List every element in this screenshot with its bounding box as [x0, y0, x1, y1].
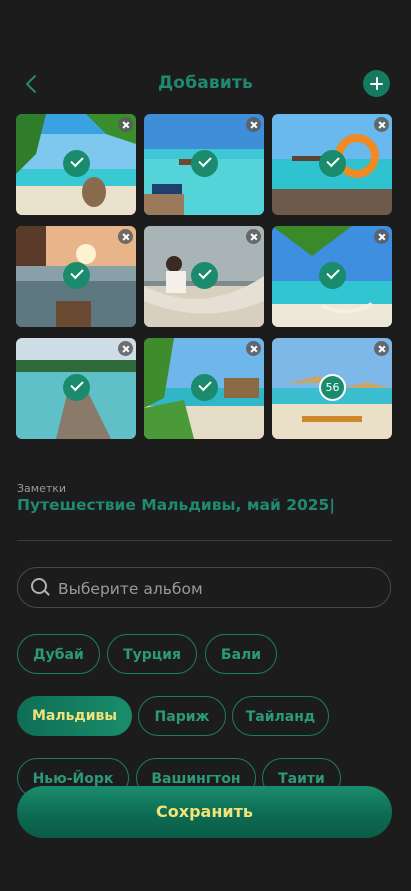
selected-check-icon	[319, 262, 346, 289]
selected-check-icon	[63, 374, 90, 401]
remove-icon[interactable]	[374, 117, 389, 132]
page-title: Добавить	[157, 73, 254, 93]
photo-tile[interactable]	[16, 338, 136, 439]
plus-icon[interactable]	[363, 70, 390, 97]
header: Добавить	[0, 66, 411, 102]
photo-tile[interactable]	[272, 226, 392, 327]
photo-tile[interactable]	[144, 114, 264, 215]
album-chip-dubai[interactable]: Дубай	[17, 634, 100, 674]
remove-icon[interactable]	[118, 341, 133, 356]
save-button[interactable]: Сохранить	[17, 786, 392, 838]
divider	[17, 540, 392, 541]
photo-tile[interactable]	[16, 226, 136, 327]
notes-input[interactable]: Путешествие Мальдивы, май 2025|	[17, 496, 335, 514]
selected-check-icon	[63, 150, 90, 177]
selected-check-icon	[191, 150, 218, 177]
remove-icon[interactable]	[118, 117, 133, 132]
album-chip-thailand[interactable]: Тайланд	[232, 696, 329, 736]
album-chip-maldives[interactable]: Мальдивы	[17, 696, 132, 736]
search-icon	[31, 578, 47, 594]
photo-tile[interactable]	[16, 114, 136, 215]
album-search-input[interactable]	[56, 568, 380, 609]
remove-icon[interactable]	[118, 229, 133, 244]
selection-count-badge: 56	[319, 374, 346, 401]
selected-check-icon	[191, 262, 218, 289]
album-chip-turkey[interactable]: Турция	[107, 634, 197, 674]
notes-label: Заметки	[17, 482, 67, 495]
album-chip-bali[interactable]: Бали	[205, 634, 277, 674]
remove-icon[interactable]	[246, 229, 261, 244]
photo-tile[interactable]: 56	[272, 338, 392, 439]
photo-tile[interactable]	[144, 226, 264, 327]
remove-icon[interactable]	[246, 117, 261, 132]
selected-check-icon	[319, 150, 346, 177]
selected-check-icon	[63, 262, 90, 289]
remove-icon[interactable]	[374, 229, 389, 244]
photo-tile[interactable]	[144, 338, 264, 439]
photo-tile[interactable]	[272, 114, 392, 215]
album-search[interactable]	[17, 567, 391, 609]
album-chip-paris[interactable]: Париж	[138, 696, 226, 736]
remove-icon[interactable]	[246, 341, 261, 356]
remove-icon[interactable]	[374, 341, 389, 356]
selected-check-icon	[191, 374, 218, 401]
